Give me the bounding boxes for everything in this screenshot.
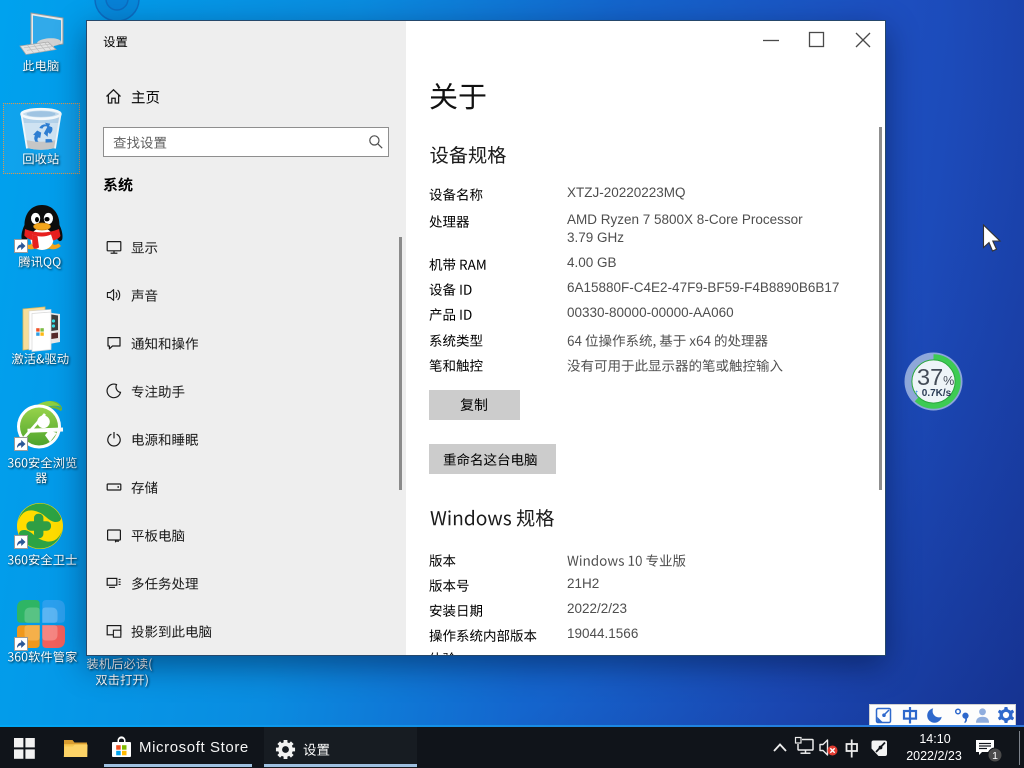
svg-text:1: 1 (992, 750, 998, 762)
